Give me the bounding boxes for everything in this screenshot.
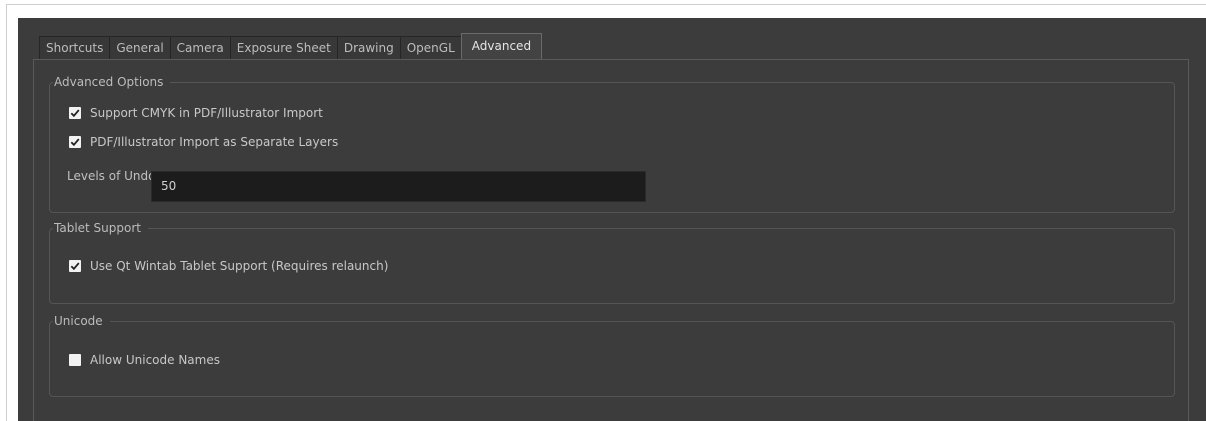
levels-of-undo-label: Levels of Undo: [67, 169, 156, 183]
tab-drawing[interactable]: Drawing: [336, 36, 401, 59]
support-cmyk-row[interactable]: Support CMYK in PDF/Illustrator Import: [69, 106, 323, 120]
allow-unicode-row[interactable]: Allow Unicode Names: [69, 353, 220, 367]
separate-layers-label: PDF/Illustrator Import as Separate Layer…: [90, 135, 339, 149]
outer-frame-left: [6, 4, 7, 421]
checkmark-icon: [70, 109, 80, 118]
levels-of-undo-input[interactable]: 50: [151, 171, 646, 202]
unicode-group: Unicode Allow Unicode Names: [49, 313, 1175, 397]
separate-layers-checkbox[interactable]: [69, 136, 81, 148]
support-cmyk-label: Support CMYK in PDF/Illustrator Import: [90, 106, 323, 120]
qt-wintab-row[interactable]: Use Qt Wintab Tablet Support (Requires r…: [69, 259, 388, 273]
allow-unicode-label: Allow Unicode Names: [90, 353, 220, 367]
tab-bar: Shortcuts General Camera Exposure Sheet …: [39, 33, 543, 59]
qt-wintab-label: Use Qt Wintab Tablet Support (Requires r…: [90, 259, 389, 273]
tab-exposure-sheet[interactable]: Exposure Sheet: [229, 36, 338, 59]
tablet-support-group: Tablet Support Use Qt Wintab Tablet Supp…: [49, 220, 1175, 304]
checkmark-icon: [70, 138, 80, 147]
unicode-title: Unicode: [53, 313, 110, 329]
tab-opengl[interactable]: OpenGL: [399, 36, 462, 59]
tablet-support-title: Tablet Support: [53, 220, 148, 236]
advanced-options-title: Advanced Options: [53, 74, 171, 90]
tab-shortcuts[interactable]: Shortcuts: [39, 36, 111, 59]
allow-unicode-checkbox[interactable]: [69, 354, 81, 366]
checkmark-icon: [70, 262, 80, 271]
separate-layers-row[interactable]: PDF/Illustrator Import as Separate Layer…: [69, 135, 338, 149]
advanced-tab-panel: Advanced Options Support CMYK in PDF/Ill…: [33, 59, 1189, 421]
preferences-dialog: Shortcuts General Camera Exposure Sheet …: [18, 18, 1206, 421]
support-cmyk-checkbox[interactable]: [69, 107, 81, 119]
levels-of-undo-row: Levels of Undo: [67, 169, 155, 183]
qt-wintab-checkbox[interactable]: [69, 260, 81, 272]
tab-camera[interactable]: Camera: [169, 36, 231, 59]
tab-advanced[interactable]: Advanced: [460, 33, 543, 59]
outer-frame-top: [6, 4, 1206, 5]
tab-general[interactable]: General: [109, 36, 171, 59]
